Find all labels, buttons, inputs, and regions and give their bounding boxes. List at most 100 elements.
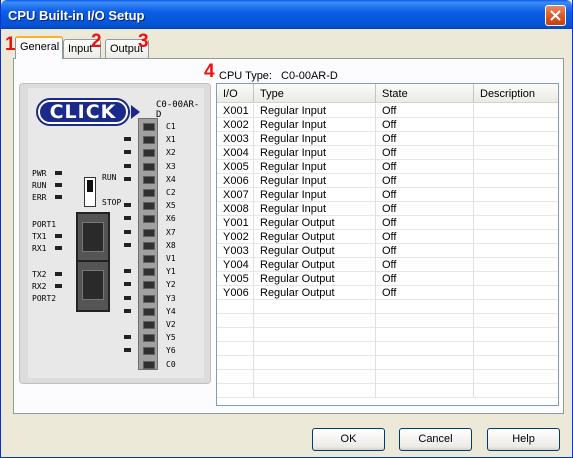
table-cell[interactable]: Off bbox=[376, 286, 474, 300]
table-cell[interactable]: Regular Input bbox=[254, 146, 376, 160]
table-cell[interactable]: Off bbox=[376, 174, 474, 188]
table-cell[interactable]: Y002 bbox=[217, 230, 254, 244]
table-cell[interactable] bbox=[474, 216, 558, 230]
table-cell[interactable] bbox=[376, 300, 474, 314]
table-row[interactable] bbox=[217, 384, 558, 398]
table-cell[interactable]: X004 bbox=[217, 146, 254, 160]
table-cell[interactable] bbox=[474, 314, 558, 328]
table-row[interactable]: X005 Regular Input Off bbox=[217, 160, 558, 174]
table-cell[interactable] bbox=[376, 356, 474, 370]
table-cell[interactable]: Regular Input bbox=[254, 188, 376, 202]
table-cell[interactable] bbox=[474, 230, 558, 244]
table-cell[interactable] bbox=[217, 384, 254, 398]
table-cell[interactable] bbox=[474, 370, 558, 384]
table-cell[interactable] bbox=[217, 342, 254, 356]
table-cell[interactable]: X001 bbox=[217, 104, 254, 118]
table-cell[interactable] bbox=[474, 328, 558, 342]
table-cell[interactable]: Off bbox=[376, 216, 474, 230]
table-cell[interactable]: Regular Input bbox=[254, 118, 376, 132]
table-cell[interactable] bbox=[217, 314, 254, 328]
table-cell[interactable]: X007 bbox=[217, 188, 254, 202]
table-row[interactable] bbox=[217, 300, 558, 314]
table-cell[interactable]: Regular Output bbox=[254, 258, 376, 272]
table-cell[interactable]: Y005 bbox=[217, 272, 254, 286]
table-cell[interactable]: Y003 bbox=[217, 244, 254, 258]
table-cell[interactable] bbox=[254, 384, 376, 398]
table-cell[interactable]: Regular Input bbox=[254, 104, 376, 118]
help-button[interactable]: Help bbox=[487, 428, 560, 451]
table-cell[interactable] bbox=[217, 328, 254, 342]
table-cell[interactable]: Off bbox=[376, 146, 474, 160]
table-cell[interactable] bbox=[474, 286, 558, 300]
table-cell[interactable]: X006 bbox=[217, 174, 254, 188]
table-cell[interactable] bbox=[376, 384, 474, 398]
column-header-state[interactable]: State bbox=[376, 84, 474, 103]
table-cell[interactable]: Regular Input bbox=[254, 132, 376, 146]
table-row[interactable]: Y004 Regular Output Off bbox=[217, 258, 558, 272]
table-cell[interactable] bbox=[254, 356, 376, 370]
table-cell[interactable]: Off bbox=[376, 258, 474, 272]
table-cell[interactable] bbox=[217, 300, 254, 314]
table-cell[interactable]: Off bbox=[376, 188, 474, 202]
table-cell[interactable] bbox=[254, 342, 376, 356]
table-cell[interactable] bbox=[217, 356, 254, 370]
table-cell[interactable]: Regular Output bbox=[254, 286, 376, 300]
table-row[interactable]: X006 Regular Input Off bbox=[217, 174, 558, 188]
table-row[interactable]: Y006 Regular Output Off bbox=[217, 286, 558, 300]
table-cell[interactable] bbox=[254, 300, 376, 314]
table-cell[interactable]: Off bbox=[376, 244, 474, 258]
table-cell[interactable] bbox=[474, 132, 558, 146]
table-row[interactable]: Y001 Regular Output Off bbox=[217, 216, 558, 230]
table-cell[interactable] bbox=[376, 342, 474, 356]
table-cell[interactable]: X002 bbox=[217, 118, 254, 132]
table-cell[interactable]: Regular Output bbox=[254, 244, 376, 258]
table-cell[interactable]: X008 bbox=[217, 202, 254, 216]
table-cell[interactable] bbox=[474, 118, 558, 132]
table-cell[interactable] bbox=[474, 356, 558, 370]
table-cell[interactable] bbox=[474, 174, 558, 188]
io-grid[interactable]: I/O Type State Description X001 Regular I… bbox=[216, 83, 559, 406]
table-row[interactable]: X008 Regular Input Off bbox=[217, 202, 558, 216]
table-row[interactable] bbox=[217, 314, 558, 328]
table-cell[interactable]: Y006 bbox=[217, 286, 254, 300]
table-cell[interactable]: Off bbox=[376, 202, 474, 216]
table-cell[interactable] bbox=[474, 146, 558, 160]
table-row[interactable] bbox=[217, 328, 558, 342]
table-cell[interactable] bbox=[217, 370, 254, 384]
table-row[interactable] bbox=[217, 370, 558, 384]
table-cell[interactable]: Regular Output bbox=[254, 272, 376, 286]
column-header-io[interactable]: I/O bbox=[217, 84, 254, 103]
table-cell[interactable]: Off bbox=[376, 272, 474, 286]
table-cell[interactable]: Regular Output bbox=[254, 230, 376, 244]
table-row[interactable]: Y002 Regular Output Off bbox=[217, 230, 558, 244]
table-cell[interactable]: Off bbox=[376, 104, 474, 118]
table-cell[interactable]: Y004 bbox=[217, 258, 254, 272]
table-cell[interactable] bbox=[376, 314, 474, 328]
table-cell[interactable] bbox=[474, 300, 558, 314]
table-cell[interactable]: Off bbox=[376, 230, 474, 244]
column-header-description[interactable]: Description bbox=[474, 84, 558, 103]
table-cell[interactable]: Off bbox=[376, 118, 474, 132]
table-cell[interactable] bbox=[376, 370, 474, 384]
table-cell[interactable] bbox=[254, 328, 376, 342]
table-cell[interactable] bbox=[376, 328, 474, 342]
table-cell[interactable] bbox=[474, 258, 558, 272]
table-row[interactable]: X002 Regular Input Off bbox=[217, 118, 558, 132]
table-cell[interactable]: Regular Output bbox=[254, 216, 376, 230]
table-cell[interactable] bbox=[254, 314, 376, 328]
table-cell[interactable]: Regular Input bbox=[254, 160, 376, 174]
table-row[interactable]: X007 Regular Input Off bbox=[217, 188, 558, 202]
table-cell[interactable] bbox=[474, 384, 558, 398]
table-row[interactable]: Y005 Regular Output Off bbox=[217, 272, 558, 286]
table-row[interactable]: X003 Regular Input Off bbox=[217, 132, 558, 146]
column-header-type[interactable]: Type bbox=[254, 84, 376, 103]
tab-general[interactable]: General bbox=[15, 36, 63, 59]
table-cell[interactable]: X003 bbox=[217, 132, 254, 146]
table-cell[interactable] bbox=[474, 104, 558, 118]
table-cell[interactable] bbox=[474, 342, 558, 356]
table-cell[interactable]: Regular Input bbox=[254, 202, 376, 216]
close-button[interactable] bbox=[545, 5, 566, 26]
table-cell[interactable]: Y001 bbox=[217, 216, 254, 230]
table-row[interactable]: X004 Regular Input Off bbox=[217, 146, 558, 160]
table-cell[interactable] bbox=[474, 160, 558, 174]
